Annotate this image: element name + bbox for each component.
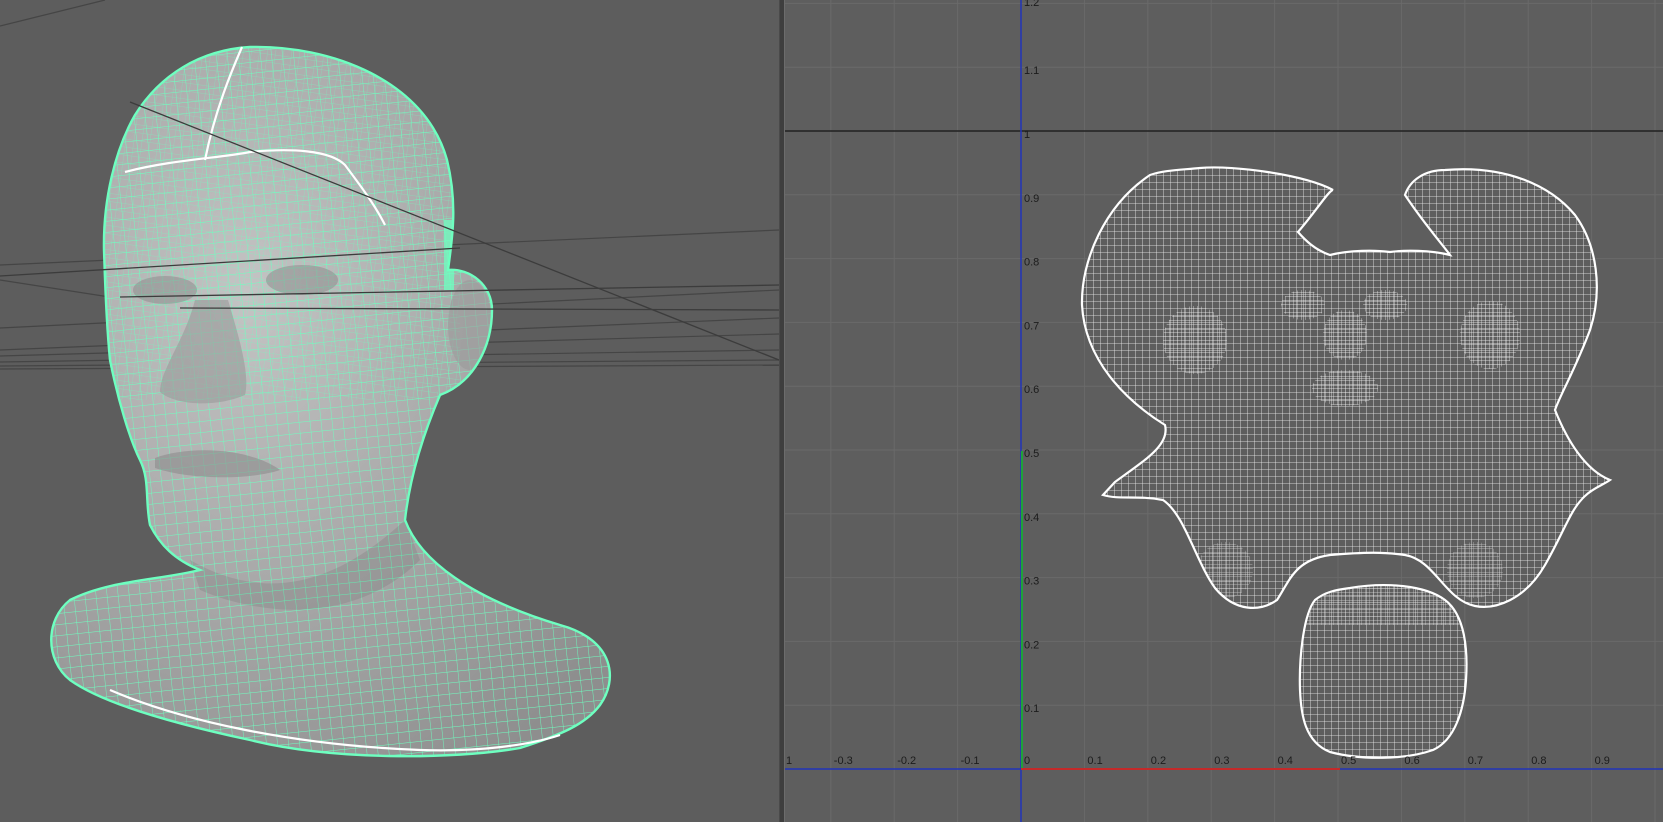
head-mesh[interactable] bbox=[0, 0, 779, 822]
v-tick-label: 1.1 bbox=[1024, 65, 1039, 77]
uv-shell-chin[interactable] bbox=[1295, 580, 1475, 765]
u-tick-label: 0.9 bbox=[1595, 755, 1610, 767]
u-tick-label: 0.7 bbox=[1468, 755, 1483, 767]
uv-eye-right bbox=[1363, 290, 1407, 320]
uv-editor[interactable]: -0.3 -0.2 -0.1 0 0.1 0.2 0.3 0.4 0.5 0.6 0.7 0.8 0.9… bbox=[785, 0, 1663, 822]
v-tick-label: 0.9 bbox=[1024, 193, 1039, 205]
u-tick-label: -0.3 bbox=[834, 755, 853, 767]
u-tick-label: -0.1 bbox=[961, 755, 980, 767]
v-tick-label: 0.3 bbox=[1024, 576, 1039, 588]
v-tick-label: 0.4 bbox=[1024, 512, 1039, 524]
u-tick-label: 0.5 bbox=[1341, 755, 1356, 767]
v-tick-label-top-stub: 1.2 bbox=[1024, 0, 1039, 9]
3d-viewport-canvas[interactable] bbox=[0, 0, 779, 822]
uv-ear-left bbox=[1163, 306, 1227, 374]
u-tick-label: 0 bbox=[1024, 755, 1030, 767]
u-tick-label-left-stub: 1 bbox=[786, 755, 792, 767]
uv-mouth bbox=[1312, 370, 1378, 406]
u-tick-label: 0.4 bbox=[1278, 755, 1293, 767]
uv-shell-face[interactable] bbox=[1075, 160, 1615, 620]
left-eye bbox=[133, 276, 197, 304]
uv-nose bbox=[1323, 310, 1367, 360]
ear bbox=[448, 280, 492, 370]
v-tick-label: 0.6 bbox=[1024, 384, 1039, 396]
v-tick-label: 0.8 bbox=[1024, 257, 1039, 269]
u-tick-labels: -0.3 -0.2 -0.1 0 0.1 0.2 0.3 0.4 0.5 0.6 0.7 0.8 0.9 bbox=[834, 755, 1610, 767]
u-tick-label: 0.2 bbox=[1151, 755, 1166, 767]
u-tick-label: 0.6 bbox=[1404, 755, 1419, 767]
v-tick-label: 0.7 bbox=[1024, 320, 1039, 332]
u-tick-label: -0.2 bbox=[897, 755, 916, 767]
right-eye bbox=[266, 265, 338, 295]
u-tick-label: 0.8 bbox=[1531, 755, 1546, 767]
v-tick-label: 0.2 bbox=[1024, 639, 1039, 651]
u-tick-label: 0.3 bbox=[1214, 755, 1229, 767]
v-tick-label: 1 bbox=[1024, 129, 1030, 141]
u-tick-label: 0.1 bbox=[1087, 755, 1102, 767]
v-tick-label: 0.5 bbox=[1024, 448, 1039, 460]
3d-viewport[interactable] bbox=[0, 0, 779, 822]
uv-eye-left bbox=[1281, 290, 1325, 320]
v-tick-labels: 1.1 1 0.9 0.8 0.7 0.6 0.5 0.4 0.3 0.2 0.1 bbox=[1024, 65, 1039, 715]
uv-ear-right bbox=[1460, 301, 1520, 369]
uv-editor-canvas[interactable]: -0.3 -0.2 -0.1 0 0.1 0.2 0.3 0.4 0.5 0.6 0.7 0.8 0.9… bbox=[785, 0, 1663, 822]
v-tick-label: 0.1 bbox=[1024, 703, 1039, 715]
